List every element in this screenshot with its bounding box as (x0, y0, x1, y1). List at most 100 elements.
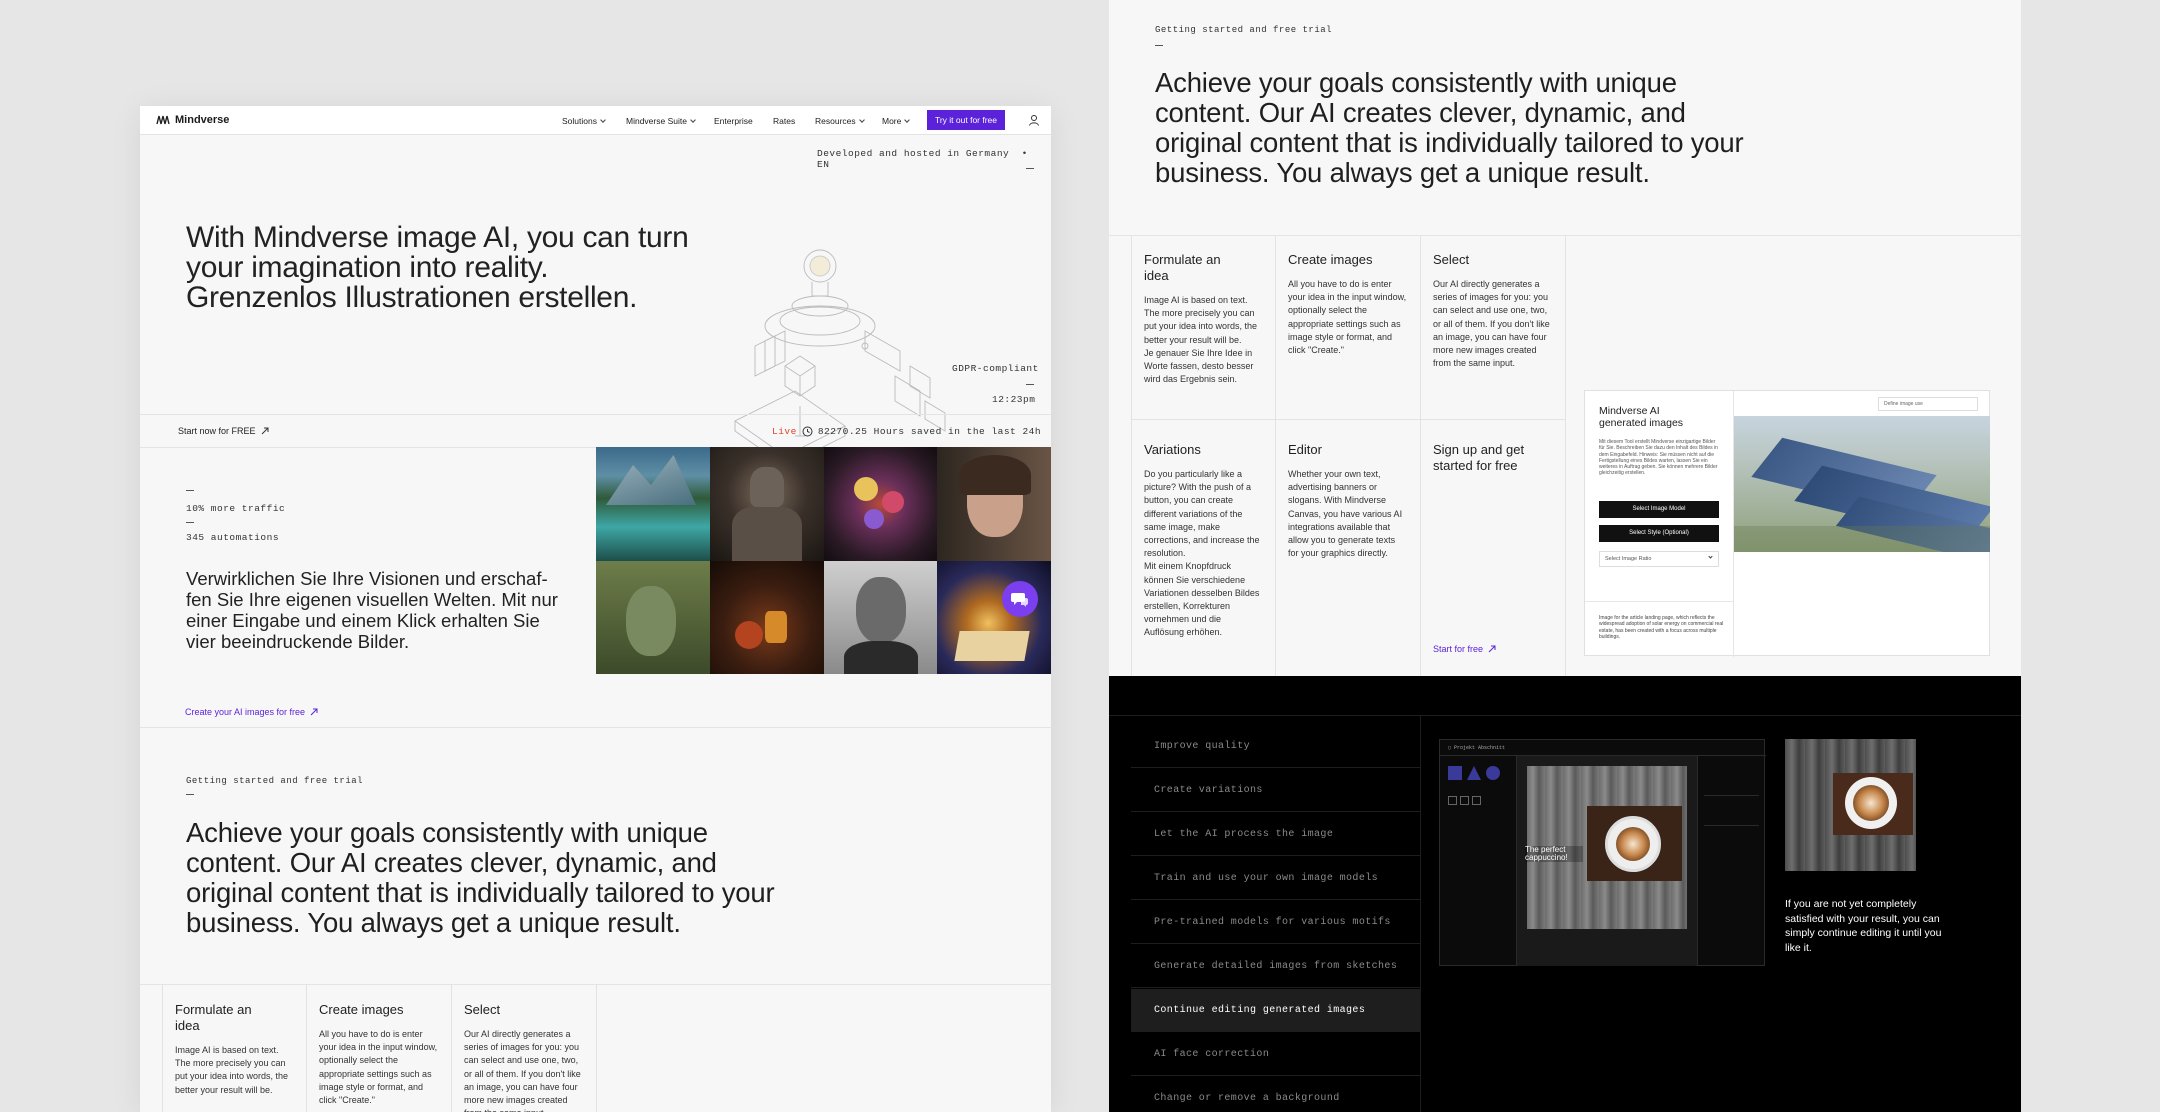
step-title: Formulate an idea (1144, 252, 1221, 283)
woman-portrait-image[interactable] (937, 447, 1051, 561)
step-card-create: Create images All you have to do is ente… (1276, 235, 1421, 420)
hosted-text: Developed and hosted in Germany (817, 148, 1010, 159)
start-free-link[interactable]: Start for free (1433, 644, 1496, 654)
user-icon[interactable] (1028, 114, 1040, 126)
step-title: Create images (1288, 252, 1373, 267)
text-appearance-controls[interactable] (1704, 836, 1759, 876)
nav-mindverse-suite[interactable]: Mindverse Suite (626, 116, 696, 126)
mindverse-logo-icon (156, 115, 170, 125)
chevron-down-icon (690, 117, 696, 123)
app-preview-window: Mindverse AI generated images Mit diesem… (1584, 390, 1990, 657)
preview-prompt: Image for the article landing page, whic… (1599, 615, 1724, 640)
features-section-screenshot: Improve quality Create variations Let th… (1109, 676, 2021, 1112)
nav-solutions[interactable]: Solutions (562, 116, 606, 126)
step-card-create: Create images All you have to do is ente… (307, 984, 452, 1112)
nav-resources[interactable]: Resources (815, 116, 865, 126)
hosted-note: Developed and hosted in Germany • EN (817, 148, 1035, 170)
text-tool-icon[interactable] (1448, 796, 1457, 805)
step-title: Variations (1144, 442, 1201, 457)
solar-buildings-image[interactable] (1734, 416, 1990, 552)
step-text-en: Image AI is based on text. The more prec… (1144, 295, 1258, 345)
image-tool-icon[interactable] (1460, 796, 1469, 805)
try-free-button[interactable]: Try it out for free (927, 110, 1005, 130)
arrangement-controls[interactable] (1704, 806, 1759, 826)
getting-started-headline: Achieve your goals consistently with uni… (186, 817, 775, 938)
mountain-lake-image[interactable] (596, 447, 710, 561)
feature-item[interactable]: Pre-trained models for various motifs (1131, 901, 1420, 944)
divider (186, 490, 194, 491)
nav-enterprise[interactable]: Enterprise (714, 116, 753, 126)
step-text: Whether your own text, advertising banne… (1288, 469, 1403, 559)
select-style-button[interactable]: Select Style (Optional) (1599, 525, 1719, 542)
hero-headline: With Mindverse image AI, you can turn yo… (186, 221, 689, 314)
nav-solutions-label: Solutions (562, 116, 597, 126)
step-title: Select (1433, 252, 1470, 267)
divider (1155, 45, 1163, 46)
hours-saved: 82270.25 Hours saved in the last 24h (817, 426, 1042, 437)
feature-item[interactable]: Improve quality (1131, 725, 1420, 768)
arrow-up-right-icon (310, 708, 318, 716)
editor-header: ▢ Projekt Abschnitt (1440, 740, 1766, 756)
top-navbar: Mindverse Solutions Mindverse Suite Ente… (140, 106, 1051, 135)
chat-icon[interactable] (1002, 580, 1039, 617)
editor-properties-panel (1697, 756, 1765, 966)
step-title: Select (464, 1002, 501, 1017)
visions-paragraph: Verwirklichen Sie Ihre Visionen und ersc… (186, 568, 558, 652)
feature-item[interactable]: Let the AI process the image (1131, 813, 1420, 856)
nav-resources-label: Resources (815, 116, 856, 126)
feature-item[interactable]: Generate detailed images from sketches (1131, 945, 1420, 988)
square-shape-icon[interactable] (1448, 766, 1462, 780)
define-use-select[interactable]: Define image use (1878, 397, 1978, 411)
flowers-image[interactable] (823, 447, 938, 561)
man-portrait-image[interactable] (823, 560, 938, 674)
step-text: Image AI is based on text. The more prec… (1144, 294, 1263, 386)
main-page-screenshot: Mindverse Solutions Mindverse Suite Ente… (140, 106, 1051, 1112)
image-ratio-select[interactable]: Select Image Ratio (1599, 551, 1719, 567)
divider (186, 794, 194, 795)
cappuccino-tile (1587, 806, 1682, 881)
language-switch[interactable]: EN (817, 159, 829, 170)
chat-bubble-icon (1011, 592, 1029, 607)
editor-caption[interactable]: The perfect cappuccino! (1525, 846, 1583, 862)
preview-description: Mit diesem Tool erstellt Mindverse einzi… (1599, 439, 1718, 477)
size-position-controls[interactable] (1704, 766, 1759, 796)
stat-automations: 345 automations (186, 532, 280, 543)
still-life-image[interactable] (709, 560, 824, 674)
layer-tool-icon[interactable] (1472, 796, 1481, 805)
feature-item[interactable]: Train and use your own image models (1131, 857, 1420, 900)
divider (1420, 715, 1421, 1112)
feature-item[interactable]: Create variations (1131, 769, 1420, 812)
wood-background-image[interactable]: The perfect cappuccino! (1525, 766, 1687, 929)
start-free-link[interactable]: Start now for FREE (178, 426, 269, 436)
circle-shape-icon[interactable] (1486, 766, 1500, 780)
cappuccino-image[interactable] (1785, 739, 1916, 871)
nav-more[interactable]: More (882, 116, 911, 126)
step-text-en: Do you particularly like a picture? With… (1144, 469, 1260, 559)
stat-traffic: 10% more traffic (186, 503, 286, 514)
cup-icon (1605, 816, 1661, 872)
step-text: All you have to do is enter your idea in… (1288, 279, 1407, 356)
getting-started-eyebrow: Getting started and free trial (186, 776, 364, 786)
folder-icon: ▢ (1448, 745, 1452, 751)
chevron-down-icon (904, 117, 911, 123)
step-title: Create images (319, 1002, 404, 1017)
live-badge: Live (772, 426, 797, 437)
knight-image[interactable] (709, 447, 824, 561)
nav-more-label: More (882, 116, 902, 126)
feature-item[interactable]: AI face correction (1131, 1033, 1420, 1076)
create-images-link[interactable]: Create your AI images for free (185, 707, 318, 717)
select-model-button[interactable]: Select Image Model (1599, 501, 1719, 518)
feature-item[interactable]: Change or remove a background (1131, 1077, 1420, 1112)
triangle-shape-icon[interactable] (1467, 766, 1481, 780)
steps-section-screenshot: Getting started and free trial Achieve y… (1109, 0, 2021, 676)
feature-item-active[interactable]: Continue editing generated images (1131, 989, 1420, 1032)
arrow-up-right-icon (1488, 645, 1496, 653)
editor-canvas: The perfect cappuccino! (1517, 756, 1697, 966)
magic-book-image[interactable] (937, 560, 1051, 674)
cup-icon (1845, 777, 1897, 829)
editor-title: Projekt Abschnitt (1454, 745, 1506, 751)
brand-logo[interactable]: Mindverse (156, 114, 229, 126)
nav-rates[interactable]: Rates (773, 116, 795, 126)
tree-woman-image[interactable] (596, 560, 710, 674)
latte-art (1616, 827, 1650, 861)
